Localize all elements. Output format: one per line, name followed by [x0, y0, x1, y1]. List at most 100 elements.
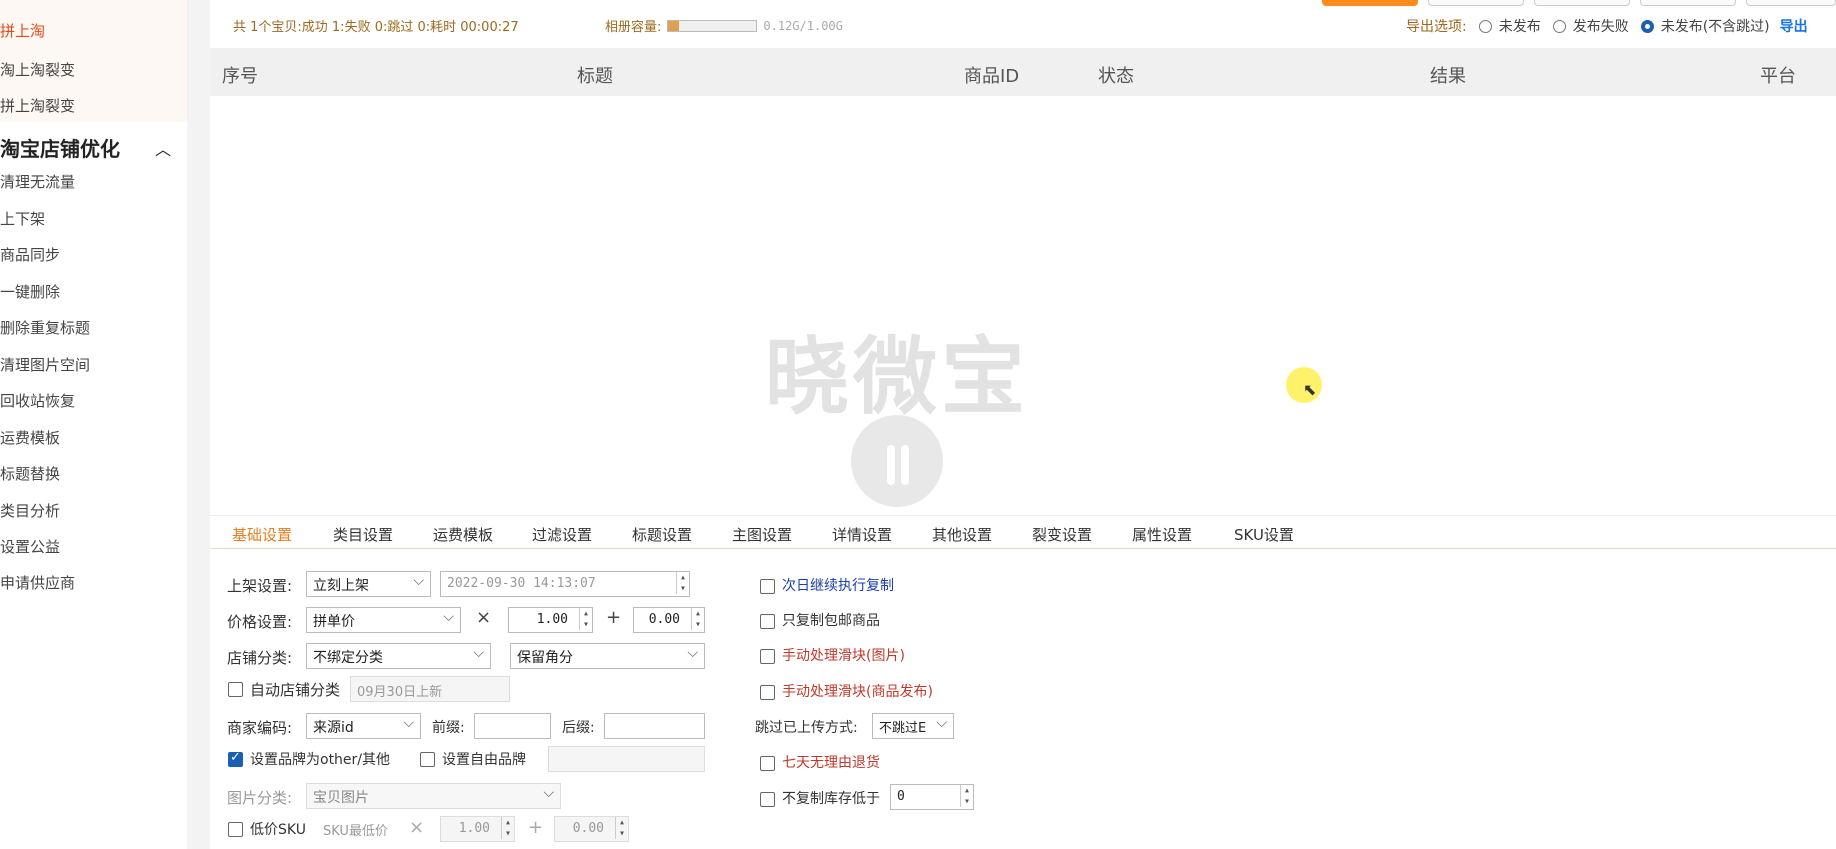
price-rounding-select[interactable]: 保留角分: [510, 643, 705, 669]
min-stock-checkbox[interactable]: [760, 792, 775, 807]
sidebar-item[interactable]: 申请供应商: [0, 572, 75, 593]
skip-mode-select[interactable]: 不跳过E: [872, 713, 954, 739]
free-shipping-checkbox[interactable]: [760, 614, 775, 629]
next-day-label[interactable]: 次日继续执行复制: [782, 575, 894, 595]
brand-other-checkbox[interactable]: [228, 750, 243, 767]
prefix-input[interactable]: [474, 713, 551, 739]
brand-free-input[interactable]: [548, 746, 705, 772]
slider-image-label[interactable]: 手动处理滑块(图片): [782, 645, 905, 665]
tab-attribute[interactable]: 属性设置: [1132, 524, 1192, 545]
low-sku-label[interactable]: 低价SKU: [250, 819, 306, 839]
sidebar-item[interactable]: 类目分析: [0, 500, 60, 521]
tab-fission[interactable]: 裂变设置: [1032, 524, 1092, 545]
export-radio-unpublished-no-skip[interactable]: [1640, 19, 1654, 33]
tab-other[interactable]: 其他设置: [932, 524, 992, 545]
column-header-index[interactable]: 序号: [222, 62, 258, 88]
seven-day-return-checkbox[interactable]: [760, 756, 775, 771]
sidebar-item[interactable]: 上下架: [0, 208, 45, 229]
column-header-status[interactable]: 状态: [1098, 62, 1134, 88]
watermark: 晓微宝: [747, 310, 1047, 507]
sidebar-item-tao-shang-tao-fission[interactable]: 淘上淘裂变: [0, 59, 75, 80]
merchant-code-select[interactable]: 来源id: [306, 713, 421, 739]
auto-category-input[interactable]: 09月30日上新: [350, 676, 510, 702]
album-capacity-label: 相册容量:: [605, 20, 662, 35]
listing-label: 上架设置:: [227, 577, 293, 595]
sidebar-section-title[interactable]: 淘宝店铺优化: [0, 133, 120, 162]
tab-category[interactable]: 类目设置: [333, 524, 393, 545]
export-options-label: 导出选项:: [1406, 19, 1467, 35]
image-category-select[interactable]: 宝贝图片: [306, 783, 561, 809]
export-option-label[interactable]: 未发布: [1499, 16, 1541, 36]
tab-detail[interactable]: 详情设置: [832, 524, 892, 545]
action-button[interactable]: [1640, 0, 1736, 6]
price-factor-stepper[interactable]: 1.00: [508, 607, 593, 633]
seven-day-return-label[interactable]: 七天无理由退货: [782, 752, 880, 772]
sidebar: 拼上淘 淘上淘裂变 拼上淘裂变 淘宝店铺优化 ︿ 清理无流量 上下架 商品同步 …: [0, 0, 187, 849]
action-button[interactable]: [1428, 0, 1524, 6]
sku-factor-stepper[interactable]: 1.00: [440, 816, 515, 842]
auto-category-label[interactable]: 自动店铺分类: [250, 679, 340, 700]
plus-icon: +: [606, 607, 622, 628]
sidebar-item[interactable]: 删除重复标题: [0, 317, 90, 338]
cursor-icon: ⬉: [1303, 380, 1317, 399]
slider-image-checkbox[interactable]: [760, 649, 775, 664]
sidebar-item[interactable]: 一键删除: [0, 281, 60, 302]
sidebar-item[interactable]: 标题替换: [0, 463, 60, 484]
brand-free-label[interactable]: 设置自由品牌: [442, 749, 526, 769]
multiply-icon: ×: [409, 817, 425, 838]
export-option-label[interactable]: 发布失败: [1573, 16, 1629, 36]
sidebar-item[interactable]: 运费模板: [0, 427, 60, 448]
price-label: 价格设置:: [227, 613, 293, 631]
action-button[interactable]: [1534, 0, 1630, 6]
sidebar-item[interactable]: 设置公益: [0, 536, 60, 557]
sidebar-item[interactable]: 商品同步: [0, 244, 60, 265]
tab-main-image[interactable]: 主图设置: [732, 524, 792, 545]
price-addend-stepper[interactable]: 0.00: [633, 607, 705, 633]
listing-datetime-input[interactable]: 2022-09-30 14:13:07: [440, 571, 690, 597]
brand-other-label[interactable]: 设置品牌为other/其他: [250, 749, 390, 769]
column-header-platform[interactable]: 平台: [1760, 62, 1796, 88]
sidebar-item[interactable]: 清理图片空间: [0, 354, 90, 375]
slider-publish-checkbox[interactable]: [760, 685, 775, 700]
min-stock-stepper[interactable]: 0: [890, 784, 974, 810]
listing-select[interactable]: 立刻上架: [306, 571, 431, 597]
store-category-select[interactable]: 不绑定分类: [306, 643, 491, 669]
price-select[interactable]: 拼单价: [306, 607, 461, 633]
auto-category-checkbox[interactable]: [228, 682, 243, 697]
sidebar-item[interactable]: 清理无流量: [0, 171, 75, 192]
sidebar-item-pin-shang-tao-fission[interactable]: 拼上淘裂变: [0, 95, 75, 116]
sku-addend-stepper[interactable]: 0.00: [554, 816, 629, 842]
next-day-checkbox[interactable]: [760, 579, 775, 594]
tab-filter[interactable]: 过滤设置: [532, 524, 592, 545]
chevron-up-icon[interactable]: ︿: [155, 136, 171, 160]
sidebar-item-pin-shang-tao[interactable]: 拼上淘: [0, 20, 45, 41]
column-header-title[interactable]: 标题: [577, 62, 613, 88]
slider-publish-label[interactable]: 手动处理滑块(商品发布): [782, 681, 933, 701]
watermark-text: 晓微宝: [764, 328, 1029, 426]
free-shipping-label[interactable]: 只复制包邮商品: [782, 610, 880, 630]
sku-min-price-label: SKU最低价: [323, 824, 388, 839]
suffix-input[interactable]: [604, 713, 705, 739]
main-panel: 共 1个宝贝:成功 1:失败 0:跳过 0:耗时 00:00:27 相册容量: …: [210, 0, 1836, 849]
tab-title[interactable]: 标题设置: [632, 524, 692, 545]
action-button[interactable]: [1746, 0, 1836, 6]
plus-icon: +: [528, 817, 544, 838]
export-option-label[interactable]: 未发布(不含跳过): [1661, 16, 1770, 36]
album-capacity: 相册容量: 0.12G/1.00G: [605, 16, 843, 36]
column-header-item-id[interactable]: 商品ID: [964, 62, 1019, 88]
merchant-code-label: 商家编码:: [227, 719, 293, 737]
sidebar-item[interactable]: 回收站恢复: [0, 390, 75, 411]
export-link[interactable]: 导出: [1780, 16, 1808, 36]
tab-basic[interactable]: 基础设置: [232, 524, 292, 545]
image-category-label: 图片分类:: [227, 789, 293, 807]
tab-shipping-template[interactable]: 运费模板: [433, 524, 493, 545]
low-sku-checkbox[interactable]: [228, 822, 243, 837]
store-category-label: 店铺分类:: [227, 649, 293, 667]
primary-action-button[interactable]: [1322, 0, 1418, 6]
export-radio-unpublished[interactable]: [1478, 19, 1492, 33]
tab-sku[interactable]: SKU设置: [1234, 524, 1294, 545]
min-stock-label[interactable]: 不复制库存低于: [782, 788, 880, 808]
export-radio-failed[interactable]: [1552, 19, 1566, 33]
brand-free-checkbox[interactable]: [420, 752, 435, 767]
column-header-result[interactable]: 结果: [1430, 62, 1466, 88]
